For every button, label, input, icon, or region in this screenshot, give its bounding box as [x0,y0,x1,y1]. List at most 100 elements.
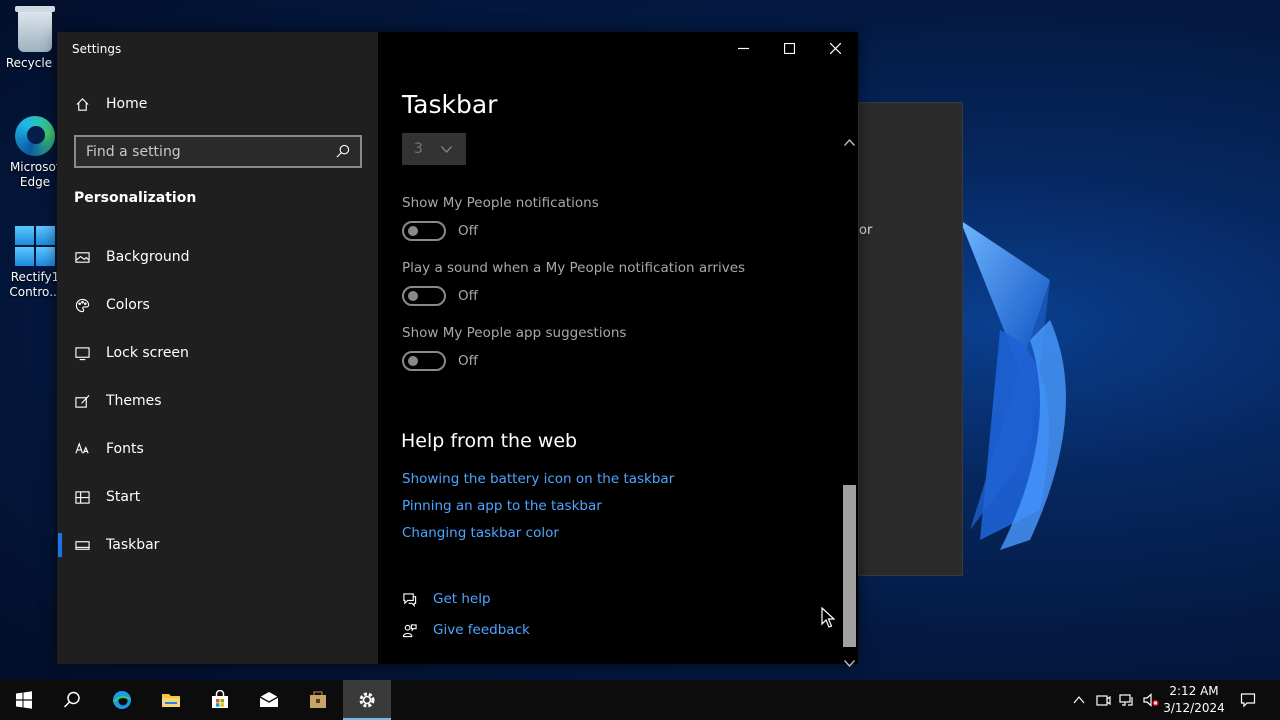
chat-help-icon [402,592,417,607]
gear-icon [359,692,375,708]
home-icon [75,97,90,112]
people-notifications-toggle[interactable] [402,221,446,241]
package-app-button[interactable] [294,680,342,720]
search-input[interactable] [86,143,335,160]
show-hidden-icons-button[interactable] [1068,680,1090,720]
setting-label: Show My People notifications [402,195,599,211]
setting-people-sound: Play a sound when a My People notificati… [402,260,745,306]
main-content: Taskbar 3 Show My People notifications O… [378,32,858,668]
search-box [74,135,362,168]
home-nav-item[interactable]: Home [75,96,147,112]
chevron-down-icon [843,660,856,668]
give-feedback-row: Give feedback [402,622,530,638]
network-icon [1119,694,1133,706]
help-link-battery-icon[interactable]: Showing the battery icon on the taskbar [402,471,674,487]
sidebar-item-themes[interactable]: Themes [57,377,378,425]
caption-buttons [720,32,858,64]
maximize-icon [783,42,795,54]
settings-window: Settings Home Personalization Background… [57,32,858,668]
search-icon [63,691,80,708]
vertical-scrollbar[interactable] [841,128,858,668]
nav-list: Background Colors Lock screen Themes Fon… [57,233,378,569]
setting-people-notifications: Show My People notifications Off [402,195,599,241]
minimize-button[interactable] [720,32,766,64]
people-suggestions-toggle[interactable] [402,351,446,371]
start-button[interactable] [0,680,48,720]
tray-volume-button[interactable] [1140,680,1162,720]
sidebar-item-start[interactable]: Start [57,473,378,521]
chevron-up-icon [843,138,856,146]
tray-meet-now-button[interactable] [1092,680,1114,720]
clock-date: 3/12/2024 [1163,701,1225,715]
search-icon[interactable] [335,144,350,159]
page-title: Taskbar [402,90,498,119]
mail-icon [259,692,279,707]
search-taskbar-button[interactable] [48,680,96,720]
close-icon [829,42,841,54]
setting-people-suggestions: Show My People app suggestions Off [402,325,626,371]
sidebar-item-background[interactable]: Background [57,233,378,281]
windows-logo-icon [16,691,32,709]
dropdown-value: 3 [414,141,423,157]
maximize-button[interactable] [766,32,812,64]
sidebar-item-label: Start [106,489,141,505]
clock[interactable]: 2:12 AM 3/12/2024 [1163,683,1225,717]
home-label: Home [106,96,148,112]
toggle-state-text: Off [458,223,478,239]
sidebar-item-taskbar[interactable]: Taskbar [57,521,378,569]
scroll-up-arrow[interactable] [843,131,856,146]
people-sound-toggle[interactable] [402,286,446,306]
feedback-icon [402,623,417,638]
tray-network-button[interactable] [1116,680,1138,720]
monitor-icon [75,346,90,361]
mouse-pointer-icon [821,607,835,628]
setting-label: Show My People app suggestions [402,325,627,341]
taskbar-icon [75,538,90,553]
wallpaper-bloom [960,220,1066,550]
minimize-icon [737,47,749,49]
palette-icon [75,298,90,313]
chevron-down-icon [441,145,452,153]
close-button[interactable] [812,32,858,64]
notification-icon [1240,693,1256,708]
help-link-pinning-app[interactable]: Pinning an app to the taskbar [402,498,602,514]
store-button[interactable] [196,680,244,720]
chevron-up-icon [1073,696,1085,704]
action-center-button[interactable] [1234,680,1262,720]
store-bag-icon [212,690,228,708]
sidebar-item-label: Taskbar [106,537,160,553]
sidebar-item-label: Colors [106,297,150,313]
taskbar: 2:12 AM 3/12/2024 [0,680,1280,720]
package-icon [310,691,326,708]
toggle-state-text: Off [458,353,478,369]
sidebar-item-fonts[interactable]: Fonts [57,425,378,473]
give-feedback-link[interactable]: Give feedback [433,622,530,638]
sidebar-item-lock-screen[interactable]: Lock screen [57,329,378,377]
scrollbar-thumb[interactable] [843,485,856,647]
recycle-bin-icon [15,6,55,52]
sidebar-item-label: Themes [106,393,162,409]
mail-button[interactable] [245,680,293,720]
section-heading: Personalization [74,190,197,206]
edge-taskbar-button[interactable] [98,680,146,720]
file-explorer-button[interactable] [147,680,195,720]
background-window[interactable]: or [858,102,963,576]
volume-muted-icon [1143,693,1159,707]
get-help-row: Get help [402,591,491,607]
settings-taskbar-button[interactable] [343,680,391,720]
toggle-state-text: Off [458,288,478,304]
clock-time: 2:12 AM [1169,684,1219,698]
background-window-text: or [859,223,873,238]
people-count-dropdown[interactable]: 3 [402,133,466,165]
scroll-down-arrow[interactable] [843,652,856,668]
font-icon [75,441,90,457]
folder-icon [162,694,180,707]
sidebar-item-colors[interactable]: Colors [57,281,378,329]
get-help-link[interactable]: Get help [433,591,491,607]
sidebar-item-label: Background [106,249,190,265]
sidebar-item-label: Fonts [106,441,144,457]
rectify-icon [15,226,55,266]
help-link-taskbar-color[interactable]: Changing taskbar color [402,525,559,541]
window-title: Settings [72,42,122,56]
camera-icon [1096,695,1111,706]
